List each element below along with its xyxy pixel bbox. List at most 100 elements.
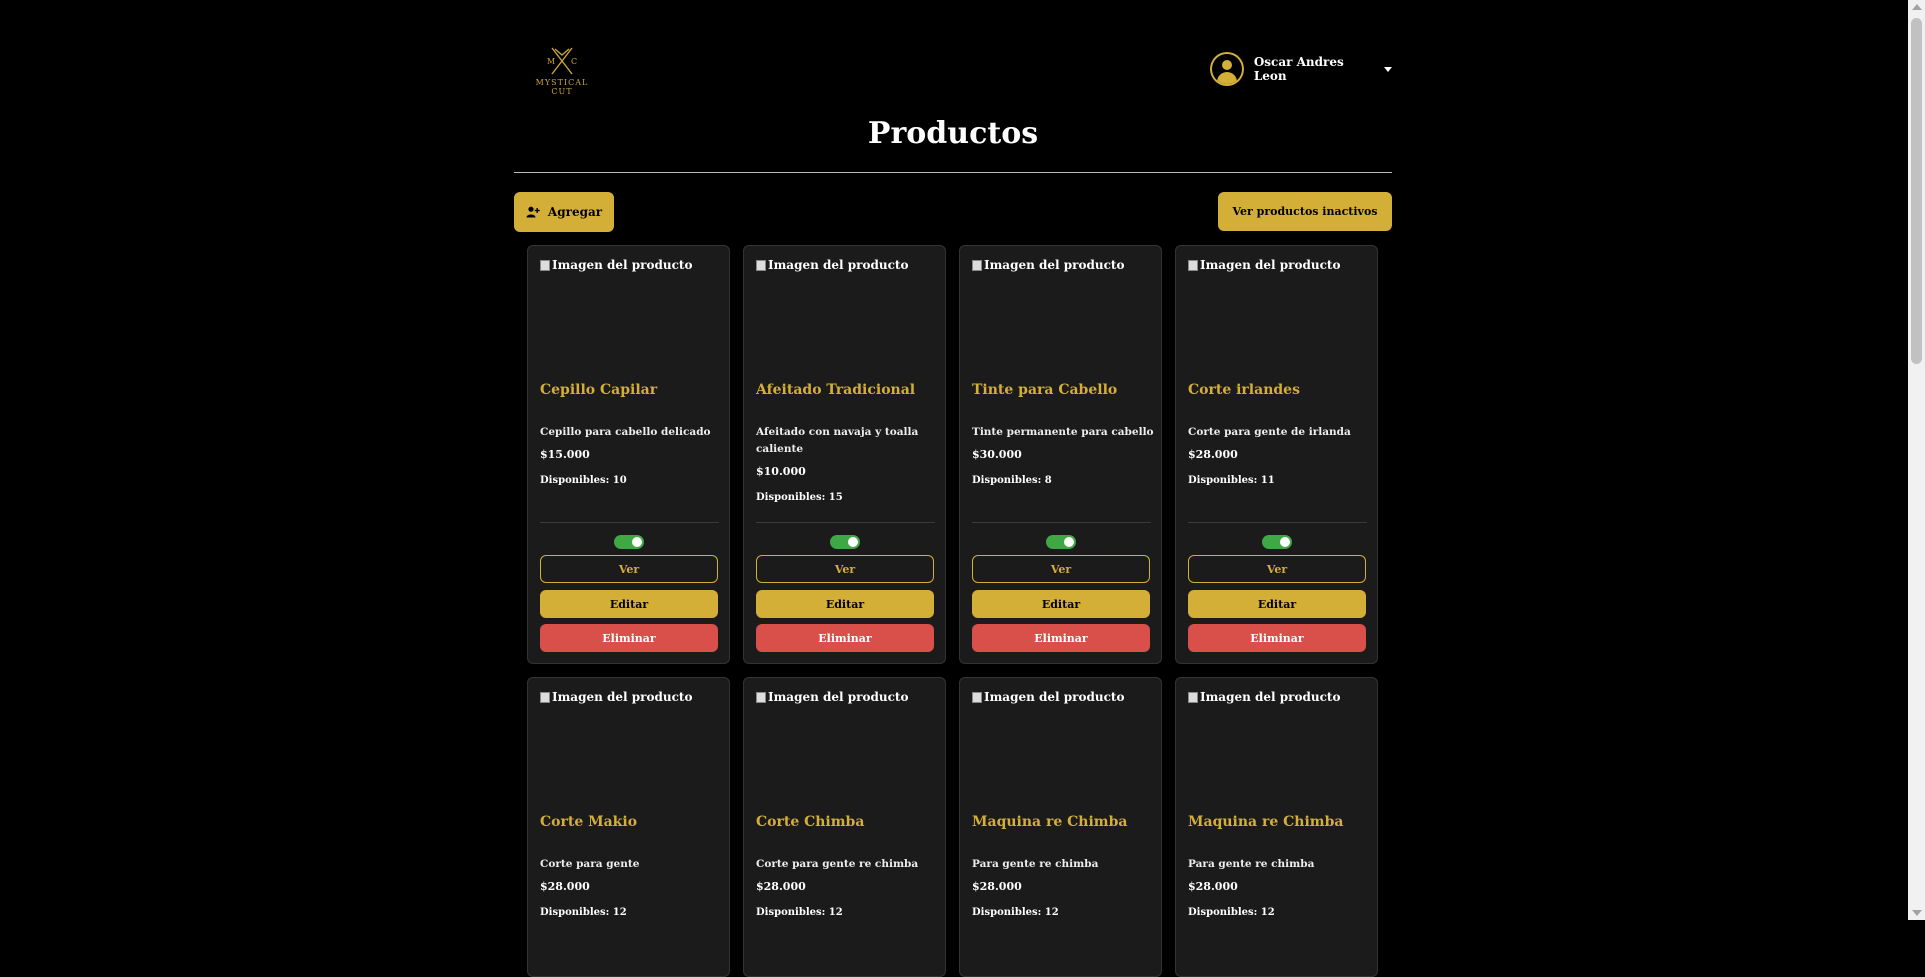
broken-image-icon bbox=[756, 259, 766, 271]
edit-button[interactable]: Editar bbox=[756, 590, 934, 618]
product-image-alt: Imagen del producto bbox=[984, 690, 1125, 704]
product-stock: Disponibles: 15 bbox=[756, 492, 843, 503]
chevron-down-icon bbox=[1384, 66, 1392, 72]
product-info: Para gente re chimba $28.000 Disponibles: … bbox=[1188, 856, 1370, 921]
product-price: $28.000 bbox=[756, 880, 806, 893]
product-image: Imagen del producto bbox=[540, 258, 692, 272]
product-card: Imagen del producto Corte irlandes Corte p… bbox=[1175, 245, 1378, 664]
product-name: Afeitado Tradicional bbox=[756, 382, 916, 398]
product-image-alt: Imagen del producto bbox=[552, 258, 693, 272]
product-image-alt: Imagen del producto bbox=[1200, 690, 1341, 704]
delete-button[interactable]: Eliminar bbox=[756, 624, 934, 652]
product-stock: Disponibles: 12 bbox=[540, 907, 627, 918]
edit-button[interactable]: Editar bbox=[540, 590, 718, 618]
product-price: $28.000 bbox=[540, 880, 590, 893]
product-info: Cepillo para cabello delicado $15.000 Disp… bbox=[540, 424, 722, 489]
card-divider bbox=[540, 522, 719, 523]
user-menu[interactable]: Oscar Andres Leon bbox=[1210, 52, 1392, 86]
product-description: Corte para gente bbox=[540, 858, 640, 870]
product-price: $30.000 bbox=[972, 448, 1022, 461]
broken-image-icon bbox=[1188, 259, 1198, 271]
product-price: $10.000 bbox=[756, 465, 806, 478]
product-description: Para gente re chimba bbox=[1188, 858, 1315, 870]
product-stock: Disponibles: 11 bbox=[1188, 475, 1275, 486]
view-button[interactable]: Ver bbox=[972, 555, 1150, 583]
product-stock: Disponibles: 12 bbox=[756, 907, 843, 918]
view-button[interactable]: Ver bbox=[1188, 555, 1366, 583]
delete-button[interactable]: Eliminar bbox=[972, 624, 1150, 652]
broken-image-icon bbox=[1188, 691, 1198, 703]
edit-button[interactable]: Editar bbox=[1188, 590, 1366, 618]
product-card: Imagen del producto Corte Chimba Corte par… bbox=[743, 677, 946, 977]
product-description: Corte para gente de irlanda bbox=[1188, 426, 1351, 438]
vertical-scrollbar[interactable] bbox=[1908, 0, 1925, 920]
scroll-down-arrow-icon[interactable] bbox=[1912, 910, 1922, 916]
product-name: Corte Makio bbox=[540, 814, 638, 830]
product-name: Tinte para Cabello bbox=[972, 382, 1118, 398]
product-price: $28.000 bbox=[1188, 880, 1238, 893]
card-divider bbox=[756, 522, 935, 523]
product-image: Imagen del producto bbox=[972, 690, 1124, 704]
product-image-alt: Imagen del producto bbox=[1200, 258, 1341, 272]
product-name: Corte irlandes bbox=[1188, 382, 1300, 398]
product-name: Corte Chimba bbox=[756, 814, 865, 830]
svg-text:C: C bbox=[571, 57, 577, 66]
product-image-alt: Imagen del producto bbox=[768, 690, 909, 704]
product-image: Imagen del producto bbox=[540, 690, 692, 704]
broken-image-icon bbox=[540, 259, 550, 271]
product-card: Imagen del producto Tinte para Cabello Tin… bbox=[959, 245, 1162, 664]
svg-text:M: M bbox=[547, 57, 555, 66]
product-description: Corte para gente re chimba bbox=[756, 858, 919, 870]
broken-image-icon bbox=[756, 691, 766, 703]
active-toggle[interactable] bbox=[614, 535, 644, 549]
logo-text-2: CUT bbox=[551, 87, 573, 96]
product-image: Imagen del producto bbox=[1188, 258, 1340, 272]
add-product-button[interactable]: Agregar bbox=[514, 192, 614, 232]
product-stock: Disponibles: 10 bbox=[540, 475, 627, 486]
edit-button[interactable]: Editar bbox=[972, 590, 1150, 618]
product-description: Afeitado con navaja y toalla caliente bbox=[756, 426, 919, 455]
product-info: Para gente re chimba $28.000 Disponibles: … bbox=[972, 856, 1154, 921]
product-info: Tinte permanente para cabello $30.000 Disp… bbox=[972, 424, 1154, 489]
product-card: Imagen del producto Maquina re Chimba Para… bbox=[1175, 677, 1378, 977]
product-card: Imagen del producto Corte Makio Corte para… bbox=[527, 677, 730, 977]
delete-button[interactable]: Eliminar bbox=[1188, 624, 1366, 652]
product-price: $28.000 bbox=[972, 880, 1022, 893]
scroll-thumb[interactable] bbox=[1911, 18, 1922, 364]
scroll-up-arrow-icon[interactable] bbox=[1912, 4, 1922, 10]
broken-image-icon bbox=[972, 259, 982, 271]
card-divider bbox=[972, 522, 1151, 523]
active-toggle[interactable] bbox=[1046, 535, 1076, 549]
product-image-alt: Imagen del producto bbox=[984, 258, 1125, 272]
broken-image-icon bbox=[540, 691, 550, 703]
active-toggle[interactable] bbox=[1262, 535, 1292, 549]
product-stock: Disponibles: 12 bbox=[972, 907, 1059, 918]
product-description: Cepillo para cabello delicado bbox=[540, 426, 711, 438]
product-info: Corte para gente de irlanda $28.000 Dispon… bbox=[1188, 424, 1370, 489]
product-image-alt: Imagen del producto bbox=[768, 258, 909, 272]
page-title: Productos bbox=[867, 116, 1039, 151]
product-card: Imagen del producto Afeitado Tradicional A… bbox=[743, 245, 946, 664]
product-stock: Disponibles: 8 bbox=[972, 475, 1052, 486]
mystical-cut-logo[interactable]: M C MYSTICAL CUT bbox=[532, 46, 592, 98]
card-divider bbox=[1188, 522, 1367, 523]
product-info: Corte para gente re chimba $28.000 Disponi… bbox=[756, 856, 938, 921]
product-name: Cepillo Capilar bbox=[540, 382, 658, 398]
delete-button[interactable]: Eliminar bbox=[540, 624, 718, 652]
product-card: Imagen del producto Cepillo Capilar Cepill… bbox=[527, 245, 730, 664]
view-button[interactable]: Ver bbox=[756, 555, 934, 583]
product-info: Corte para gente $28.000 Disponibles: 12 bbox=[540, 856, 722, 921]
product-stock: Disponibles: 12 bbox=[1188, 907, 1275, 918]
product-price: $15.000 bbox=[540, 448, 590, 461]
product-name: Maquina re Chimba bbox=[972, 814, 1128, 830]
user-name: Oscar Andres Leon bbox=[1253, 55, 1344, 83]
product-image: Imagen del producto bbox=[1188, 690, 1340, 704]
product-name: Maquina re Chimba bbox=[1188, 814, 1344, 830]
add-button-label: Agregar bbox=[547, 205, 603, 219]
active-toggle[interactable] bbox=[830, 535, 860, 549]
view-button[interactable]: Ver bbox=[540, 555, 718, 583]
scissors-logo-icon: M C bbox=[547, 47, 577, 75]
product-description: Tinte permanente para cabello bbox=[972, 426, 1154, 438]
view-inactive-products-button[interactable]: Ver productos inactivos bbox=[1218, 192, 1392, 231]
product-info: Afeitado con navaja y toalla caliente $10… bbox=[756, 424, 938, 506]
